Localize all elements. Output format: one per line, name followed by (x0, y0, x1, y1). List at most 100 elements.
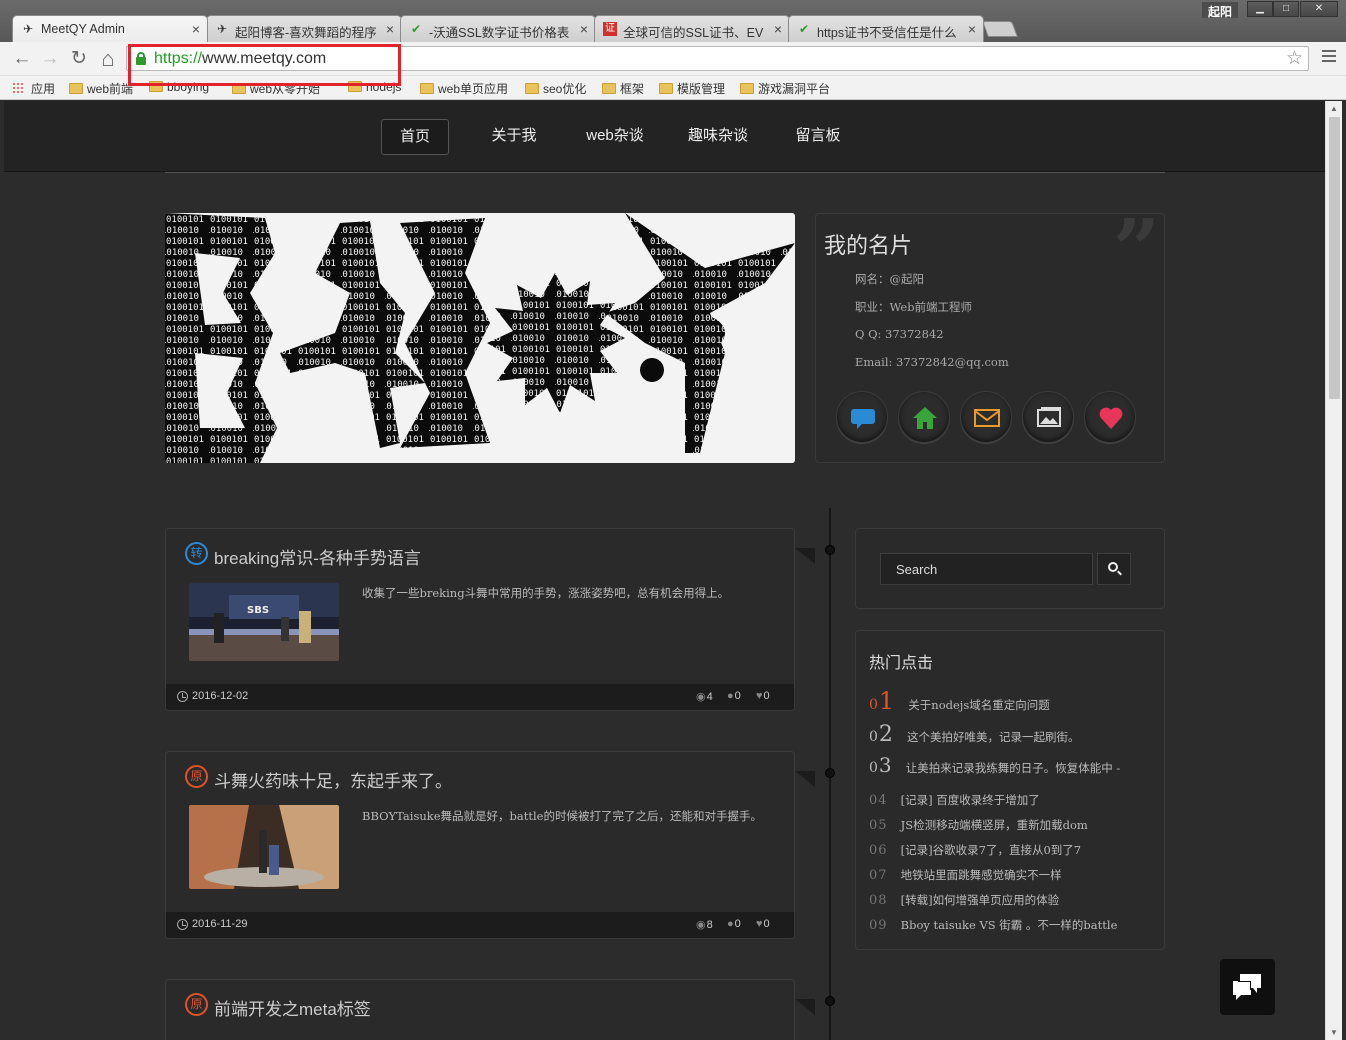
bookmark-label: seo优化 (543, 82, 587, 96)
hot-item-title: 这个美拍好唯美，记录一起刷街。 (907, 730, 1080, 744)
card-title: 我的名片 (824, 233, 913, 258)
new-tab-button[interactable] (982, 21, 1018, 37)
post-thumbnail[interactable]: SBS (189, 583, 339, 661)
nav-fun-talk[interactable]: 趣味杂谈 (680, 119, 756, 155)
tab-global-ssl[interactable]: 证 全球可信的SSL证书、EV × (594, 15, 790, 42)
hot-rank: 7 (878, 868, 888, 883)
tab-close-icon[interactable]: × (774, 21, 782, 37)
tab-title: 全球可信的SSL证书、EV (623, 26, 764, 40)
floating-chat-button[interactable] (1220, 959, 1275, 1015)
nav-web-talk[interactable]: web杂谈 (579, 119, 651, 155)
hot-rank: 4 (878, 793, 888, 808)
hot-rank: 0 (869, 893, 879, 908)
hot-list-item[interactable]: 02 这个美拍好唯美，记录一起刷街。 (869, 722, 1080, 747)
home-button[interactable]: ⌂ (97, 48, 119, 70)
page-scrollbar[interactable]: ▲ ▼ (1325, 101, 1342, 1040)
hot-list-item[interactable]: 09 Bboy taisuke VS 街霸 。不一样的battle (869, 914, 1117, 933)
post-comments: ●0 (727, 690, 741, 702)
tab-close-icon[interactable]: × (386, 21, 394, 37)
scroll-down-arrow-icon[interactable]: ▼ (1330, 1028, 1338, 1037)
view-count: 4 (706, 691, 713, 703)
forward-button[interactable]: → (39, 48, 61, 70)
tab-close-icon[interactable]: × (968, 21, 976, 37)
scroll-up-arrow-icon[interactable]: ▲ (1330, 104, 1338, 113)
window-user-label: 起阳 (1201, 2, 1238, 19)
hot-list-item[interactable]: 03 让美拍来记录我练舞的日子。恢复体能中 - (869, 753, 1120, 777)
hot-item-title: 地铁站里面跳舞感觉确实不一样 (900, 868, 1062, 882)
browser-menu-icon[interactable] (1322, 50, 1336, 65)
bookmark-folder[interactable]: bboying (149, 80, 209, 94)
hot-list-item[interactable]: 07 地铁站里面跳舞感觉确实不一样 (869, 864, 1062, 883)
bookmark-folder[interactable]: 模版管理 (659, 80, 725, 97)
hot-item-title: [转载]如何增强单页应用的体验 (900, 893, 1060, 907)
bookmark-apps[interactable]: 应用 (12, 80, 55, 97)
bookmark-folder[interactable]: web从零开始 (232, 80, 320, 97)
mail-circle-button[interactable] (960, 391, 1012, 443)
hot-rank: 9 (878, 918, 888, 933)
address-bar[interactable]: https://www.meetqy.com ☆ (126, 46, 1309, 71)
hot-list-item[interactable]: 06 [记录]谷歌收录7了，直接从0到了7 (869, 839, 1081, 858)
post-title[interactable]: 斗舞火药味十足，东起手来了。 (214, 767, 452, 792)
hot-list-item[interactable]: 05 JS检测移动端横竖屏，重新加载dom (869, 814, 1088, 833)
close-window-button[interactable]: ✕ (1300, 1, 1338, 17)
post-title[interactable]: breaking常识-各种手势语言 (214, 544, 421, 569)
photo-circle-button[interactable] (1022, 391, 1074, 443)
check-circle-icon: ✔ (798, 22, 810, 36)
post-footer: 2016-12-02 ◉4 ●0 ♥0 (166, 684, 794, 710)
post-card: 原 斗舞火药味十足，东起手来了。 BBOYTaisuke舞品就是好，battle… (165, 751, 795, 939)
dance-battle-photo (189, 805, 339, 889)
chat-circle-button[interactable] (836, 391, 888, 443)
clock-icon (177, 691, 188, 702)
hot-item-title: 关于nodejs域名重定向问题 (908, 698, 1050, 712)
hot-rank: 2 (878, 722, 894, 747)
tab-wotong-ssl[interactable]: ✔ -沃通SSL数字证书价格表 × (400, 15, 596, 42)
reload-button[interactable]: ↻ (68, 48, 90, 70)
scroll-thumb[interactable] (1329, 117, 1340, 399)
maximize-button[interactable]: □ (1273, 1, 1299, 17)
search-button[interactable] (1097, 553, 1131, 585)
post-thumbnail[interactable] (189, 805, 339, 889)
url-host: www.meetqy.com (202, 50, 327, 67)
eye-icon: ◉ (696, 919, 706, 931)
bookmark-folder[interactable]: web前端 (69, 80, 133, 97)
tab-https-untrusted[interactable]: ✔ https证书不受信任是什么 × (788, 15, 984, 42)
home-circle-button[interactable] (898, 391, 950, 443)
hot-rank: 8 (878, 893, 888, 908)
hot-list-item[interactable]: 04 [记录] 百度收录终于增加了 (869, 789, 1040, 808)
bookmark-folder[interactable]: nodejs (348, 80, 401, 94)
search-input[interactable] (880, 553, 1093, 585)
hot-rank: 0 (869, 843, 879, 858)
hot-list-item[interactable]: 08 [转载]如何增强单页应用的体验 (869, 889, 1059, 908)
url-text[interactable]: https://www.meetqy.com (154, 50, 326, 68)
folder-icon (602, 83, 616, 94)
back-button[interactable]: ← (11, 48, 33, 70)
post-title[interactable]: 前端开发之meta标签 (214, 995, 371, 1020)
tab-qiyang-blog[interactable]: ✈ 起阳博客-喜欢舞蹈的程序 × (206, 15, 402, 42)
heart-circle-button[interactable] (1084, 391, 1136, 443)
nav-home[interactable]: 首页 (381, 119, 449, 155)
bird-icon: ✈ (216, 22, 228, 36)
hot-rank: 0 (869, 918, 879, 933)
post-card: 原 前端开发之meta标签 (165, 979, 795, 1040)
like-count: 0 (763, 690, 770, 702)
bookmark-folder[interactable]: 游戏漏洞平台 (740, 80, 830, 97)
bookmark-folder[interactable]: seo优化 (525, 80, 586, 97)
red-square-icon: 证 (603, 22, 617, 36)
bookmark-folder[interactable]: web单页应用 (420, 80, 508, 97)
clock-icon (177, 919, 188, 930)
minimize-button[interactable]: ▁ (1247, 1, 1273, 17)
bookmark-star-icon[interactable]: ☆ (1286, 47, 1303, 70)
nav-guestbook[interactable]: 留言板 (786, 119, 850, 155)
comment-icon: ● (727, 690, 734, 702)
hot-list-item[interactable]: 01 关于nodejs域名重定向问题 (869, 687, 1050, 715)
bookmark-folder[interactable]: 框架 (602, 80, 644, 97)
tab-close-icon[interactable]: × (580, 21, 588, 37)
hot-item-title: [记录]谷歌收录7了，直接从0到了7 (900, 843, 1082, 857)
post-likes[interactable]: ♥0 (756, 918, 770, 930)
bookmarks-bar: 应用 web前端 bboying web从零开始 nodejs web单页应用 … (0, 76, 1346, 100)
tab-close-icon[interactable]: × (192, 21, 200, 37)
tab-meetqy-admin[interactable]: ✈ MeetQY Admin × (12, 15, 208, 42)
post-likes[interactable]: ♥0 (756, 690, 770, 702)
page-viewport: 首页 关于我 web杂谈 趣味杂谈 留言板 0100101 1010010 (4, 101, 1325, 1040)
nav-about[interactable]: 关于我 (479, 119, 549, 155)
